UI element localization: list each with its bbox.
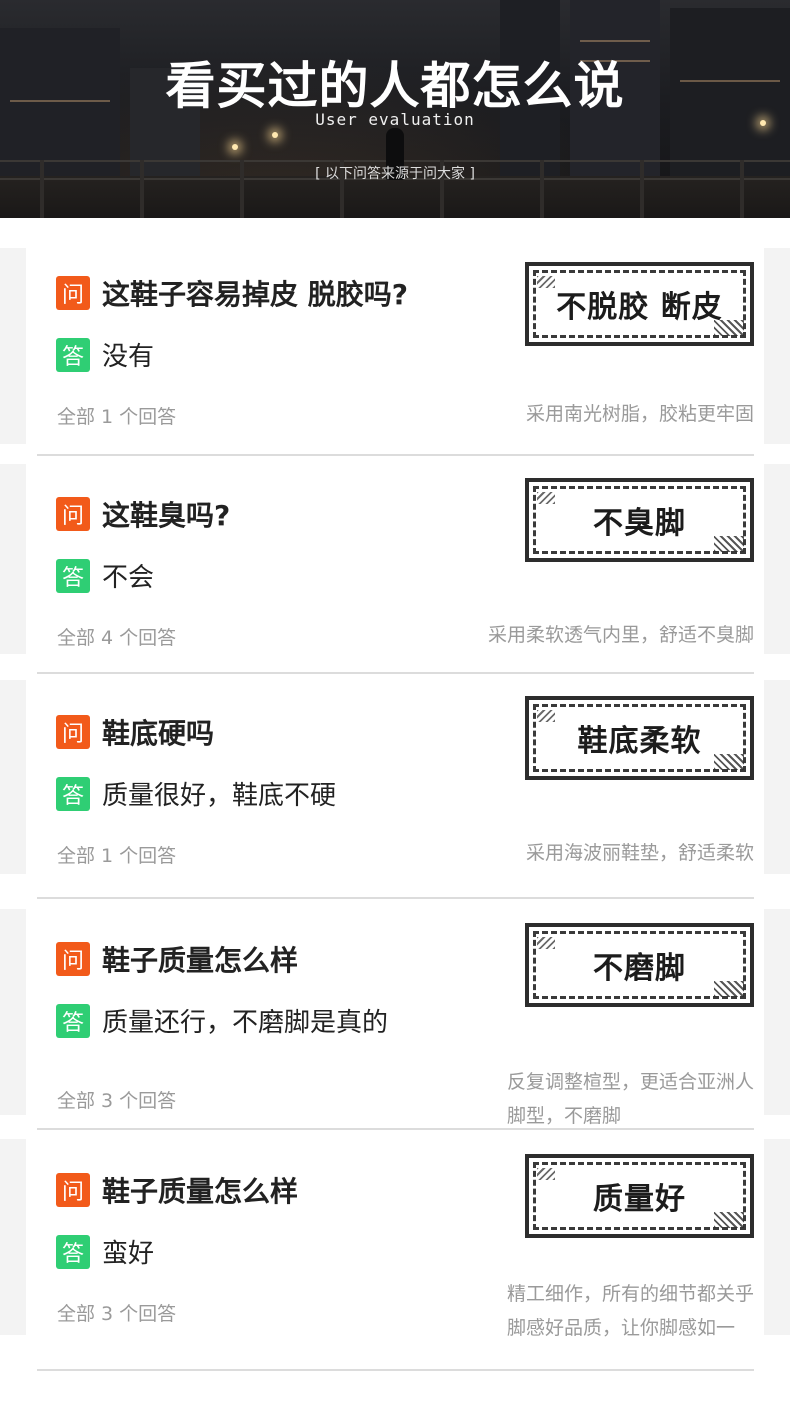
- answer-badge: 答: [56, 558, 90, 593]
- answer-count-link[interactable]: 全部 3 个回答: [57, 1299, 176, 1326]
- answer-text: 质量还行，不磨脚是真的: [102, 1008, 389, 1038]
- feature-description: 精工细作，所有的细节都关乎 脚感好品质，让你脚感如一: [507, 1277, 754, 1345]
- card-edge: [764, 680, 790, 874]
- card-edge: [764, 1139, 790, 1335]
- card-edge: [0, 464, 26, 654]
- feature-description: 反复调整楦型，更适合亚洲人 脚型，不磨脚: [507, 1065, 754, 1133]
- card-edge: [0, 909, 26, 1115]
- card-edge: [0, 680, 26, 874]
- answer-row: 答 不会: [56, 557, 154, 594]
- qa-card[interactable]: 问 鞋底硬吗 答 质量很好，鞋底不硬 全部 1 个回答 鞋底柔软 采用海波丽鞋垫…: [0, 674, 790, 899]
- feature-line: 脚感好品质，让你脚感如一: [506, 1317, 735, 1339]
- stamp-label: 不脱胶 断皮: [556, 290, 723, 325]
- question-row: 问 这鞋臭吗?: [56, 494, 230, 534]
- answer-badge: 答: [56, 337, 90, 372]
- question-badge: 问: [56, 715, 90, 749]
- stamp-label: 不磨脚: [593, 951, 686, 986]
- question-text: 这鞋子容易掉皮 脱胶吗?: [102, 278, 408, 311]
- feature-stamp: 鞋底柔软: [525, 696, 754, 780]
- answer-badge: 答: [56, 1003, 90, 1038]
- stamp-texture: [537, 492, 555, 504]
- stamp-label: 不臭脚: [593, 506, 686, 541]
- question-badge: 问: [56, 942, 90, 976]
- stamp-texture: [537, 710, 555, 722]
- stamp-texture: [537, 937, 555, 949]
- card-edge: [764, 464, 790, 654]
- feature-line: 采用南光树脂，胶粘更牢固: [525, 403, 754, 425]
- answer-count-link[interactable]: 全部 1 个回答: [57, 402, 176, 429]
- question-text: 这鞋臭吗?: [102, 499, 231, 532]
- feature-line: 采用海波丽鞋垫，舒适柔软: [525, 842, 754, 864]
- answer-badge: 答: [56, 1234, 90, 1269]
- feature-description: 采用柔软透气内里，舒适不臭脚: [488, 618, 754, 652]
- question-text: 鞋子质量怎么样: [102, 1175, 299, 1208]
- question-text: 鞋底硬吗: [102, 717, 215, 750]
- divider: [37, 1369, 754, 1371]
- answer-row: 答 没有: [56, 336, 154, 373]
- hero-banner: 看买过的人都怎么说 User evaluation [ 以下问答来源于问大家 ]: [0, 0, 790, 218]
- page-subtitle: User evaluation: [315, 110, 475, 129]
- question-badge: 问: [56, 1173, 90, 1207]
- question-badge: 问: [56, 276, 90, 310]
- qa-card[interactable]: 问 这鞋臭吗? 答 不会 全部 4 个回答 不臭脚 采用柔软透气内里，舒适不臭脚: [0, 456, 790, 674]
- card-edge: [764, 248, 790, 444]
- page-title: 看买过的人都怎么说: [165, 57, 625, 115]
- answer-row: 答 蛮好: [56, 1233, 154, 1270]
- hero-light-flare: [272, 132, 278, 138]
- question-row: 问 鞋子质量怎么样: [56, 1170, 298, 1210]
- answer-text: 蛮好: [102, 1239, 155, 1269]
- feature-stamp: 不脱胶 断皮: [525, 262, 754, 346]
- answer-count-link[interactable]: 全部 3 个回答: [57, 1086, 176, 1113]
- answer-text: 质量很好，鞋底不硬: [102, 781, 337, 811]
- feature-line: 反复调整楦型，更适合亚洲人: [506, 1071, 754, 1093]
- card-edge: [764, 909, 790, 1115]
- question-badge: 问: [56, 497, 90, 531]
- qa-card[interactable]: 问 这鞋子容易掉皮 脱胶吗? 答 没有 全部 1 个回答 不脱胶 断皮 采用南光…: [0, 218, 790, 456]
- feature-stamp: 不臭脚: [525, 478, 754, 562]
- question-row: 问 鞋子质量怎么样: [56, 939, 298, 979]
- card-edge: [0, 248, 26, 444]
- answer-row: 答 质量还行，不磨脚是真的: [56, 1002, 388, 1039]
- divider: [37, 1128, 754, 1130]
- card-edge: [0, 1139, 26, 1335]
- feature-line: 精工细作，所有的细节都关乎: [506, 1283, 754, 1305]
- question-row: 问 鞋底硬吗: [56, 712, 214, 752]
- stamp-label: 鞋底柔软: [577, 724, 702, 759]
- hero-window-lights: [580, 40, 650, 42]
- source-note: [ 以下问答来源于问大家 ]: [315, 166, 475, 182]
- question-row: 问 这鞋子容易掉皮 脱胶吗?: [56, 273, 408, 313]
- hero-light-flare: [232, 144, 238, 150]
- feature-description: 采用南光树脂，胶粘更牢固: [526, 397, 754, 431]
- feature-stamp: 不磨脚: [525, 923, 754, 1007]
- stamp-label: 质量好: [593, 1182, 686, 1217]
- answer-count-link[interactable]: 全部 1 个回答: [57, 841, 176, 868]
- answer-text: 没有: [102, 342, 155, 372]
- feature-stamp: 质量好: [525, 1154, 754, 1238]
- answer-text: 不会: [102, 563, 155, 593]
- question-text: 鞋子质量怎么样: [102, 944, 299, 977]
- feature-line: 采用柔软透气内里，舒适不臭脚: [487, 624, 754, 646]
- answer-count-link[interactable]: 全部 4 个回答: [57, 623, 176, 650]
- stamp-texture: [537, 276, 555, 288]
- qa-card[interactable]: 问 鞋子质量怎么样 答 质量还行，不磨脚是真的 全部 3 个回答 不磨脚 反复调…: [0, 899, 790, 1131]
- qa-card[interactable]: 问 鞋子质量怎么样 答 蛮好 全部 3 个回答 质量好 精工细作，所有的细节都关…: [0, 1131, 790, 1371]
- stamp-texture: [537, 1168, 555, 1180]
- feature-description: 采用海波丽鞋垫，舒适柔软: [526, 836, 754, 870]
- answer-badge: 答: [56, 776, 90, 811]
- answer-row: 答 质量很好，鞋底不硬: [56, 775, 336, 812]
